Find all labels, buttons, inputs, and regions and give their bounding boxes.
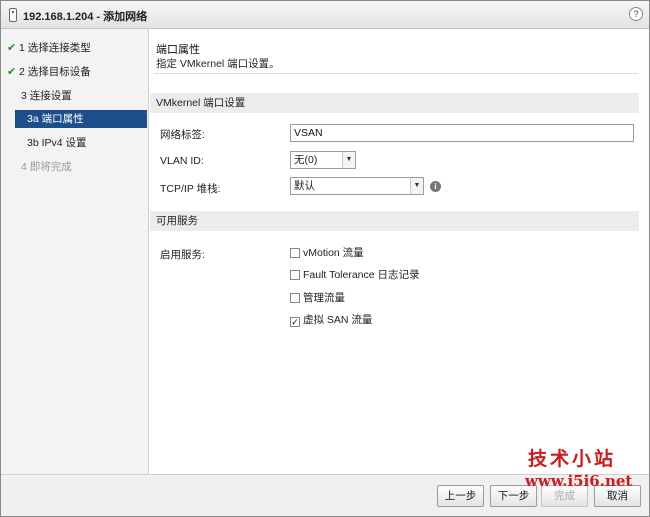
network-label-input[interactable]: VSAN [290, 124, 634, 142]
host-icon [9, 8, 17, 22]
vmotion-traffic-checkbox[interactable]: vMotion 流量 [290, 246, 364, 262]
page-description: 指定 VMkernel 端口设置。 [156, 58, 280, 70]
dialog-title: 192.168.1.204 - 添加网络 [23, 11, 148, 23]
dropdown-arrow-icon[interactable]: ▼ [342, 152, 355, 168]
dropdown-arrow-icon[interactable]: ▼ [410, 178, 423, 194]
virtual-san-traffic-checkbox[interactable]: ✓ 虚拟 SAN 流量 [290, 313, 372, 329]
network-label-label: 网络标签: [160, 129, 205, 141]
watermark-logo-text: 技术小站 [528, 448, 617, 470]
main-panel: 端口属性 指定 VMkernel 端口设置。 VMkernel 端口设置 网络标… [150, 29, 649, 474]
step-port-properties[interactable]: 3a 端口属性 [15, 110, 147, 128]
checkbox[interactable] [290, 270, 300, 280]
checkbox-checked[interactable]: ✓ [290, 317, 300, 327]
available-services-header: 可用服务 [150, 211, 639, 231]
title-bar: 192.168.1.204 - 添加网络 ? [1, 1, 649, 29]
checkmark-icon: ✔ [7, 42, 17, 54]
info-icon[interactable]: i [430, 181, 441, 192]
vlan-id-label: VLAN ID: [160, 155, 204, 167]
watermark-url: www.i5i6.net [525, 472, 633, 490]
vmkernel-settings-header: VMkernel 端口设置 [150, 93, 639, 113]
checkbox[interactable] [290, 293, 300, 303]
management-traffic-checkbox[interactable]: 管理流量 [290, 291, 345, 307]
step-ready-to-complete: 4 即将完成 [21, 161, 72, 173]
enabled-services-label: 启用服务: [160, 249, 205, 261]
help-icon[interactable]: ? [629, 7, 643, 21]
wizard-steps-sidebar: ✔ 1 选择连接类型 ✔ 2 选择目标设备 3 连接设置 3a 端口属性 3b IP… [1, 29, 149, 474]
back-button[interactable]: 上一步 [437, 485, 484, 507]
tcpip-stack-select[interactable]: 默认 ▼ [290, 177, 424, 195]
checkmark-icon: ✔ [7, 66, 17, 78]
step-select-connection-type[interactable]: ✔ 1 选择连接类型 [7, 39, 91, 57]
vlan-id-select[interactable]: 无(0) ▼ [290, 151, 356, 169]
fault-tolerance-logging-checkbox[interactable]: Fault Tolerance 日志记录 [290, 268, 420, 284]
page-title: 端口属性 [156, 44, 200, 56]
step-connection-settings[interactable]: 3 连接设置 [21, 87, 72, 105]
divider [154, 73, 638, 74]
checkbox[interactable] [290, 248, 300, 258]
add-network-dialog: 192.168.1.204 - 添加网络 ? ✔ 1 选择连接类型 ✔ 2 选择目标… [0, 0, 650, 517]
step-ipv4-settings[interactable]: 3b IPv4 设置 [27, 134, 87, 152]
tcpip-stack-label: TCP/IP 堆栈: [160, 183, 221, 195]
step-select-target-device[interactable]: ✔ 2 选择目标设备 [7, 63, 91, 81]
